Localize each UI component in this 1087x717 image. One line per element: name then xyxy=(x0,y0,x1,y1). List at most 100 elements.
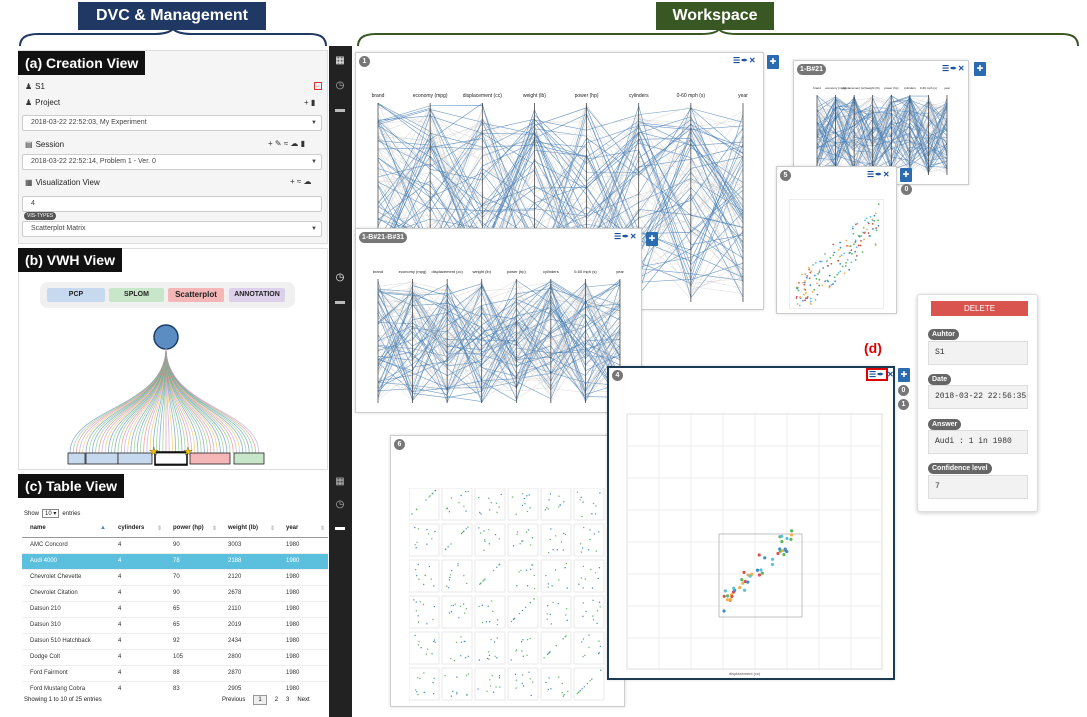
table-row[interactable]: Ford Fairmont 4 88 2870 1980 xyxy=(22,664,328,681)
vis-action-icons[interactable]: + ≈ ☁ xyxy=(290,177,312,186)
splom-card-6[interactable]: 6 xyxy=(390,435,625,707)
scatter-card-5[interactable]: 5 ☰✒✕ xyxy=(776,166,897,314)
card-controls[interactable]: ☰✒✕ xyxy=(942,64,966,73)
splom-chart[interactable] xyxy=(409,488,619,703)
close-icon[interactable]: ✕ xyxy=(887,370,895,379)
scatter-point xyxy=(822,267,825,269)
splom-point xyxy=(496,623,498,626)
scatter-point xyxy=(810,300,812,303)
scatter-point xyxy=(877,219,880,222)
table-row[interactable]: Datsun 210 4 65 2110 1980 xyxy=(22,600,328,617)
splom-point xyxy=(462,603,465,605)
col-name[interactable]: name ▲ xyxy=(22,520,110,538)
scatter-point xyxy=(809,271,812,274)
project-add-delete-icons[interactable]: + ▮ xyxy=(304,98,315,107)
date-field[interactable]: 2018-03-22 22:56:35 xyxy=(928,385,1028,409)
add-view-button[interactable]: ✚ xyxy=(898,368,910,382)
splom-point xyxy=(550,688,552,690)
table-row[interactable]: Datsun 510 Hatchback 4 92 2434 1980 xyxy=(22,632,328,649)
delete-button[interactable]: DELETE xyxy=(931,301,1028,316)
pcp-chart[interactable]: brand economy (mpg) displacement (cc) weigh… xyxy=(358,259,640,409)
pager-2[interactable]: 2 xyxy=(275,697,278,703)
splom-point xyxy=(597,577,599,580)
pager-1[interactable]: 1 xyxy=(253,695,267,705)
session-action-icons[interactable]: + ✎ ≈ ☁ ▮ xyxy=(268,139,305,148)
add-view-button[interactable]: ✚ xyxy=(767,55,779,69)
scatter-point xyxy=(874,244,877,247)
vis-type-select[interactable]: Scatterplot Matrix ▼ xyxy=(22,221,322,237)
show-select[interactable]: 10 ▾ xyxy=(42,509,60,518)
splom-point xyxy=(562,638,564,640)
table-row[interactable]: Dodge Colt 4 105 2800 1980 xyxy=(22,648,328,665)
table-row[interactable]: Chevrolet Citation 4 90 2678 1980 xyxy=(22,584,328,601)
splom-point xyxy=(454,603,456,605)
col-power[interactable]: power (hp) ⇕ xyxy=(165,520,220,538)
annotation-badge-1[interactable]: 1 xyxy=(898,399,909,410)
splom-point xyxy=(419,677,421,680)
splom-point xyxy=(565,608,568,610)
session-label: Session xyxy=(35,140,65,149)
dashboard-icon[interactable]: ▦ xyxy=(334,55,346,67)
scatter-mini-chart[interactable] xyxy=(789,199,884,309)
pager-prev[interactable]: Previous xyxy=(222,697,245,703)
add-view-button[interactable]: ✚ xyxy=(646,232,658,246)
scatter-point xyxy=(809,302,812,305)
table-row[interactable]: Audi 4000 4 78 2188 1980 xyxy=(22,552,328,569)
pcp-card-1-b21-b31[interactable]: 1-B#21-B#31 ☰✒✕ brand economy (mpg) displa… xyxy=(355,228,642,413)
session-select[interactable]: 2018-03-22 22:52:14, Problem 1 - Ver. 0 ▼ xyxy=(22,154,322,170)
history-icon[interactable]: ◷ xyxy=(334,80,346,92)
col-weight[interactable]: weight (lb) ⇕ xyxy=(220,520,278,538)
splom-point xyxy=(456,693,458,695)
logout-icon[interactable]: → xyxy=(314,82,322,90)
scatter-point xyxy=(805,292,807,294)
scatter-point xyxy=(865,217,868,220)
card-controls[interactable]: ☰✒ xyxy=(866,368,888,381)
splom-point xyxy=(582,638,585,640)
history-icon[interactable]: ◷ xyxy=(334,499,346,511)
pager-3[interactable]: 3 xyxy=(286,697,289,703)
table-row[interactable]: Datsun 310 4 65 2019 1980 xyxy=(22,616,328,633)
splom-point xyxy=(432,618,434,621)
folder-icon[interactable]: ▬ xyxy=(334,522,346,534)
add-view-button[interactable]: ✚ xyxy=(974,62,986,76)
pager-next[interactable]: Next xyxy=(297,697,309,703)
annotation-count-badge[interactable]: 0 xyxy=(901,184,912,195)
confidence-field[interactable]: 7 xyxy=(928,475,1028,499)
add-view-button[interactable]: ✚ xyxy=(900,168,912,182)
scatter-card-4[interactable]: 4 (d) ☰✒ ✕ displacement (cc) xyxy=(607,340,895,680)
vis-input[interactable]: 4 xyxy=(22,196,322,212)
vwh-tree[interactable]: ★ ★ xyxy=(60,318,270,468)
card-badge: 1-B#21-B#31 xyxy=(359,232,408,243)
annotation-badge-0[interactable]: 0 xyxy=(898,385,909,396)
scatter-point xyxy=(859,244,862,247)
splom-point xyxy=(430,578,432,580)
pcp-axis-label: power (hp) xyxy=(507,269,527,274)
folder-icon[interactable]: ▬ xyxy=(334,296,346,308)
scatter-point xyxy=(853,243,855,246)
folder-icon[interactable]: ▬ xyxy=(334,104,346,116)
root-node[interactable] xyxy=(153,324,179,350)
table-row[interactable]: Chevrolet Chevette 4 70 2120 1980 xyxy=(22,568,328,585)
answer-field[interactable]: Audi : 1 in 1980 xyxy=(928,430,1028,454)
splom-point xyxy=(581,688,583,690)
scatter-chart[interactable] xyxy=(619,406,889,676)
splom-point xyxy=(598,531,600,533)
splom-point xyxy=(529,507,531,509)
scatter-point xyxy=(801,273,803,276)
splom-point xyxy=(579,690,581,692)
card-controls[interactable]: ☰✒✕ xyxy=(867,170,891,179)
col-cylinders[interactable]: cylinders ⇕ xyxy=(110,520,165,538)
card-controls[interactable]: ☰✒✕ xyxy=(614,232,638,241)
project-select[interactable]: 2018-03-22 22:52:03, My Experiment ▼ xyxy=(22,115,322,131)
scatter-point xyxy=(725,598,730,602)
scatter-point xyxy=(839,246,842,249)
splom-point xyxy=(515,679,518,681)
author-field[interactable]: S1 xyxy=(928,341,1028,365)
card-controls[interactable]: ☰✒✕ xyxy=(733,56,757,65)
dashboard-icon[interactable]: ▦ xyxy=(334,476,346,488)
col-year[interactable]: year ⇕ xyxy=(278,520,328,538)
chevron-down-icon: ▼ xyxy=(311,159,317,165)
history-icon[interactable]: ◷ xyxy=(334,272,346,284)
splom-point xyxy=(425,653,427,655)
table-row[interactable]: AMC Concord 4 90 3003 1980 xyxy=(22,536,328,553)
